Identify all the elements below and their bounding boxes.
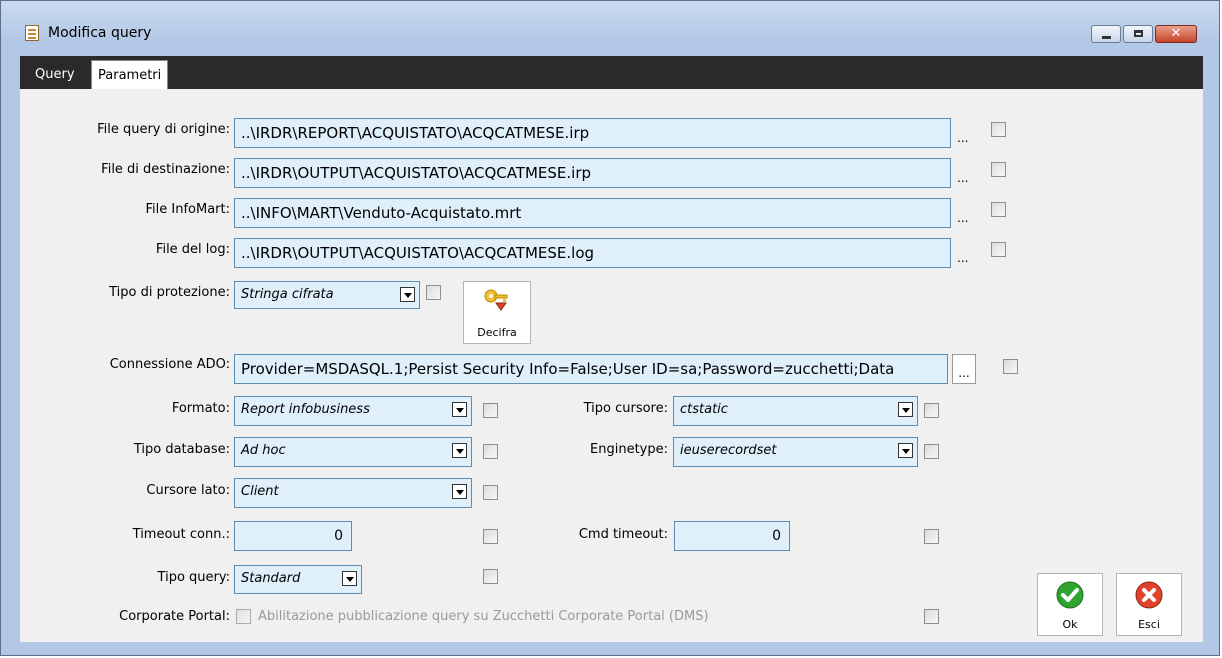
origin-file-label: File query di origine: (97, 122, 230, 137)
corporate-portal-label: Corporate Portal: (119, 609, 230, 624)
chevron-down-icon[interactable] (400, 287, 415, 302)
checkmark-icon (1056, 581, 1084, 609)
decifra-label: Decifra (477, 326, 517, 339)
tipo-query-value: Standard (241, 571, 301, 586)
tipo-cursore-select[interactable]: ctstatic (673, 396, 918, 426)
tipo-query-checkbox[interactable] (483, 569, 498, 584)
tipo-database-label: Tipo database: (133, 442, 230, 457)
ado-field[interactable]: Provider=MSDASQL.1;Persist Security Info… (234, 354, 948, 384)
tipo-cursore-label: Tipo cursore: (583, 401, 668, 416)
cmd-timeout-field[interactable]: 0 (674, 521, 790, 551)
cursore-lato-select[interactable]: Client (234, 478, 472, 508)
tab-bar: Query Parametri (20, 56, 1203, 89)
infomart-file-checkbox[interactable] (991, 202, 1006, 217)
window-controls: ✕ (1089, 25, 1197, 43)
chevron-down-icon[interactable] (342, 571, 357, 586)
chevron-down-icon[interactable] (452, 443, 467, 458)
chevron-down-icon[interactable] (452, 484, 467, 499)
parametri-panel: File query di origine: ..\IRDR\REPORT\AC… (20, 89, 1203, 642)
maximize-button[interactable] (1123, 25, 1153, 43)
cmd-timeout-label: Cmd timeout: (578, 527, 668, 542)
infomart-file-label: File InfoMart: (145, 202, 231, 217)
cursore-lato-value: Client (241, 484, 279, 499)
ado-checkbox[interactable] (1003, 359, 1018, 374)
dest-file-checkbox[interactable] (991, 162, 1006, 177)
infomart-file-browse[interactable]: ... (957, 211, 968, 225)
dest-file-browse[interactable]: ... (957, 171, 968, 185)
close-icon: ✕ (1170, 26, 1182, 41)
window-title: Modifica query (48, 25, 152, 41)
protection-label: Tipo di protezione: (109, 285, 230, 300)
tipo-database-select[interactable]: Ad hoc (234, 437, 472, 467)
tipo-cursore-value: ctstatic (680, 402, 728, 417)
enginetype-select[interactable]: ieuserecordset (673, 437, 918, 467)
corporate-portal-checkbox[interactable] (236, 609, 251, 624)
origin-file-browse[interactable]: ... (957, 131, 968, 145)
ado-label: Connessione ADO: (109, 357, 230, 372)
timeout-conn-checkbox[interactable] (483, 529, 498, 544)
formato-select[interactable]: Report infobusiness (234, 396, 472, 426)
timeout-conn-label: Timeout conn.: (132, 527, 230, 542)
tab-parametri[interactable]: Parametri (91, 60, 169, 89)
close-button[interactable]: ✕ (1155, 25, 1197, 43)
title-bar: Modifica query ✕ (1, 1, 1219, 45)
minimize-icon (1102, 36, 1111, 39)
dest-file-field[interactable]: ..\IRDR\OUTPUT\ACQUISTATO\ACQCATMESE.irp (234, 158, 951, 188)
enginetype-label: Enginetype: (590, 442, 668, 457)
chevron-down-icon[interactable] (898, 402, 913, 417)
timeout-conn-field[interactable]: 0 (234, 521, 352, 551)
chevron-down-icon[interactable] (452, 402, 467, 417)
ok-label: Ok (1062, 618, 1078, 631)
log-file-label: File del log: (155, 242, 230, 257)
origin-file-field[interactable]: ..\IRDR\REPORT\ACQUISTATO\ACQCATMESE.irp (234, 118, 951, 148)
enginetype-checkbox[interactable] (924, 444, 939, 459)
cancel-icon (1135, 581, 1163, 609)
dest-file-label: File di destinazione: (101, 162, 230, 177)
dialog-window: Modifica query ✕ Query Parametri File qu… (0, 0, 1220, 656)
log-file-browse[interactable]: ... (957, 251, 968, 265)
formato-checkbox[interactable] (483, 403, 498, 418)
ado-browse-button[interactable]: ... (952, 354, 976, 384)
log-file-field[interactable]: ..\IRDR\OUTPUT\ACQUISTATO\ACQCATMESE.log (234, 238, 951, 268)
esci-label: Esci (1138, 618, 1160, 631)
cmd-timeout-checkbox[interactable] (924, 529, 939, 544)
protection-select[interactable]: Stringa cifrata (234, 281, 420, 309)
chevron-down-icon[interactable] (898, 443, 913, 458)
formato-label: Formato: (171, 401, 230, 416)
maximize-icon (1134, 30, 1143, 37)
decifra-button[interactable]: Decifra (463, 281, 531, 344)
tipo-database-checkbox[interactable] (483, 444, 498, 459)
tab-query[interactable]: Query (29, 60, 81, 89)
corporate-portal-text: Abilitazione pubblicazione query su Zucc… (258, 609, 709, 624)
key-icon (484, 289, 508, 311)
corporate-portal-right-checkbox[interactable] (924, 609, 939, 624)
ok-button[interactable]: Ok (1037, 573, 1103, 636)
tipo-query-label: Tipo query: (157, 570, 230, 585)
tipo-database-value: Ad hoc (241, 443, 286, 458)
log-file-checkbox[interactable] (991, 242, 1006, 257)
enginetype-value: ieuserecordset (680, 443, 777, 458)
tipo-cursore-checkbox[interactable] (924, 403, 939, 418)
app-icon (25, 25, 39, 41)
tipo-query-select[interactable]: Standard (234, 565, 362, 594)
formato-value: Report infobusiness (241, 402, 370, 417)
cursore-lato-label: Cursore lato: (146, 483, 230, 498)
origin-file-checkbox[interactable] (991, 122, 1006, 137)
esci-button[interactable]: Esci (1116, 573, 1182, 636)
protection-checkbox[interactable] (426, 285, 441, 300)
infomart-file-field[interactable]: ..\INFO\MART\Venduto-Acquistato.mrt (234, 198, 951, 228)
protection-value: Stringa cifrata (241, 287, 334, 302)
minimize-button[interactable] (1091, 25, 1121, 43)
cursore-lato-checkbox[interactable] (483, 485, 498, 500)
